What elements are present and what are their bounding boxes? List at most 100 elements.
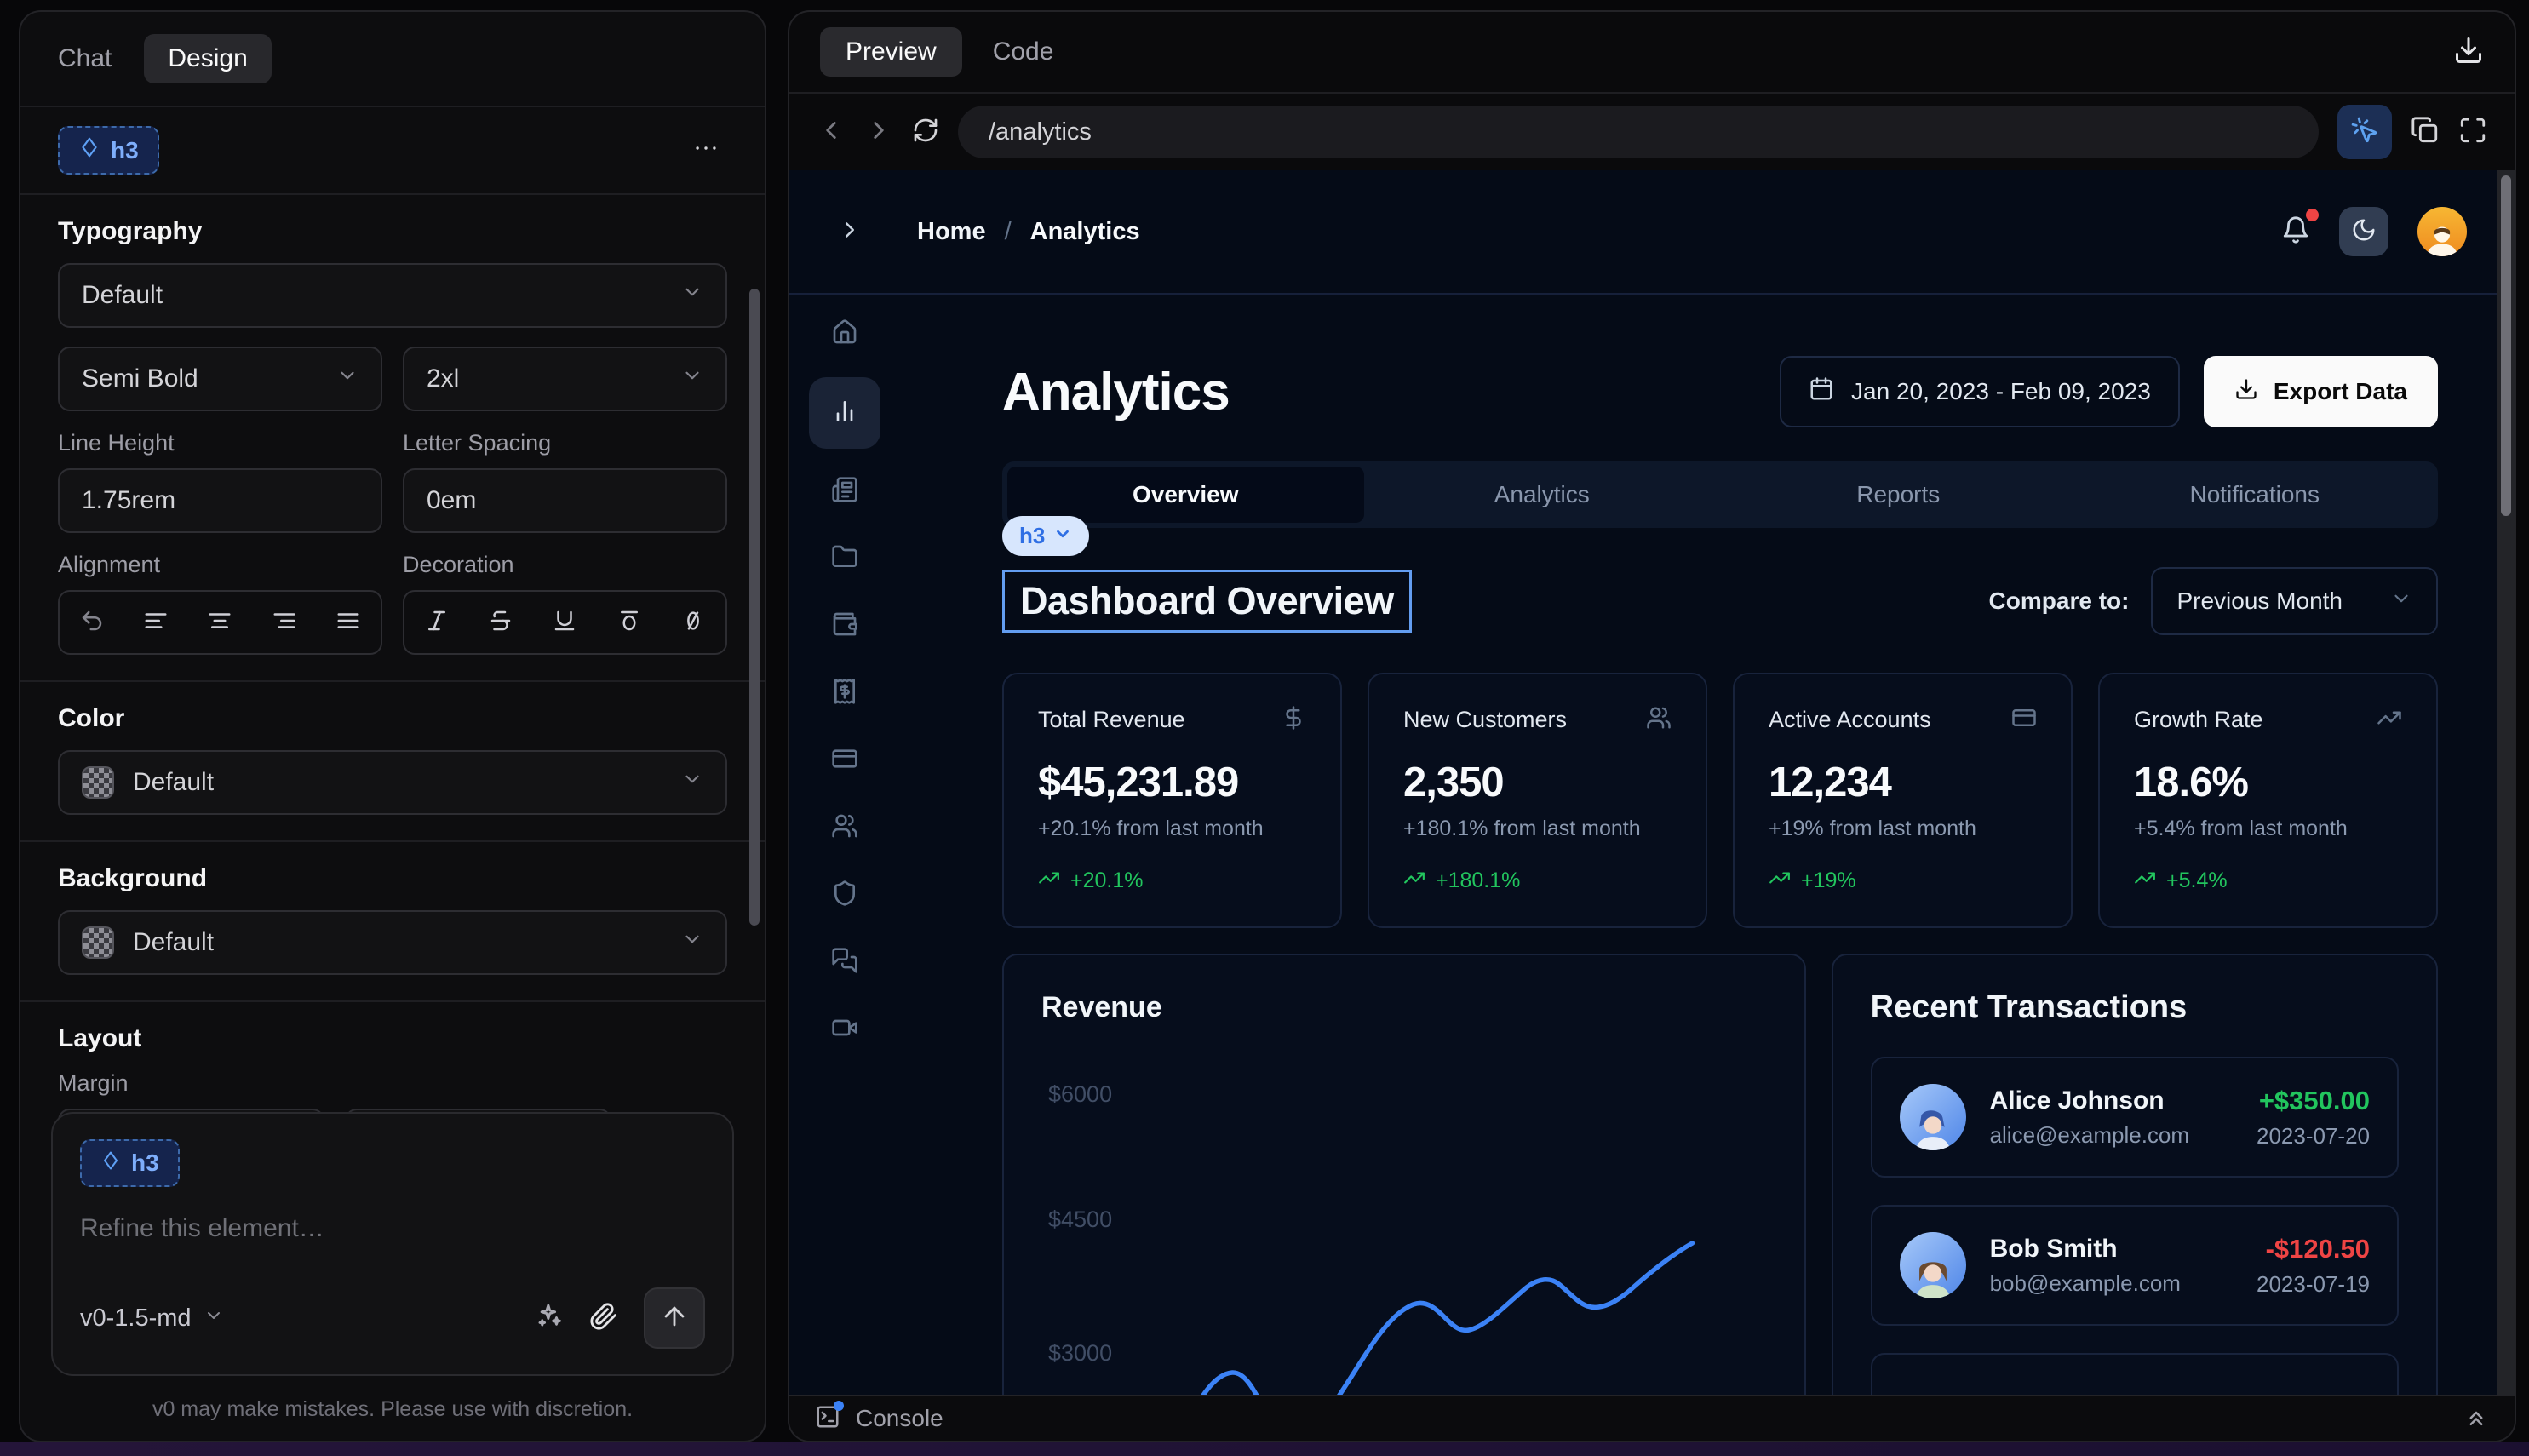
no-decoration-icon[interactable] [674,601,713,645]
tab-code[interactable]: Code [993,37,1054,66]
credit-card-icon[interactable] [831,745,858,777]
preview-scrollbar-thumb[interactable] [2501,175,2511,516]
tab-notifications[interactable]: Notifications [2077,467,2434,523]
export-data-button[interactable]: Export Data [2204,356,2438,427]
color-section: Color Default [20,682,765,842]
design-mode-button[interactable] [2337,105,2392,159]
date-range-picker[interactable]: Jan 20, 2023 - Feb 09, 2023 [1780,356,2180,427]
tab-design[interactable]: Design [144,34,271,83]
font-weight-select[interactable]: Semi Bold [58,347,382,411]
fullscreen-icon[interactable] [2458,116,2487,149]
shield-icon[interactable] [831,880,858,911]
export-data-label: Export Data [2274,378,2407,405]
dashboard-tabs: Overview Analytics Reports Notifications [1002,461,2438,528]
copy-icon[interactable] [2411,116,2440,149]
page-title: Analytics [1002,362,1230,422]
composer-element-chip[interactable]: h3 [80,1139,180,1187]
app-viewport: Home / Analytics [789,170,2515,1395]
chevron-down-icon [681,364,703,393]
home-icon[interactable] [831,318,858,350]
paperclip-icon[interactable] [589,1302,618,1335]
revenue-line-chart [1004,955,1804,1395]
receipt-icon[interactable] [831,678,858,709]
selected-element-row: h3 [20,107,765,195]
preview-scrollbar-track[interactable] [2497,170,2515,1395]
decoration-toolbar [403,590,727,655]
download-icon[interactable] [2453,35,2484,70]
stat-value: $45,231.89 [1038,759,1306,806]
background-swatch-icon [82,926,114,959]
folder-icon[interactable] [831,543,858,575]
sidebar-tab-bar: Chat Design [20,12,765,107]
sidebar-expand-icon[interactable] [837,217,863,247]
preview-header: Preview Code [789,12,2515,94]
stat-title: New Customers [1403,707,1567,733]
undo-icon[interactable] [72,601,112,645]
transactions-card: Recent Transactions Alice Johnson alice@… [1832,954,2438,1395]
console-bar[interactable]: Console [789,1395,2515,1441]
selected-heading-outline[interactable]: Dashboard Overview [1002,570,1412,633]
moon-icon [2351,217,2377,247]
transaction-date: 2023-07-19 [2257,1271,2370,1298]
underline-icon[interactable] [545,601,584,645]
user-avatar[interactable] [2417,207,2467,256]
align-left-icon[interactable] [136,601,175,645]
arrow-up-icon [660,1302,689,1335]
sidebar-scrollbar[interactable] [749,289,760,926]
users-icon[interactable] [831,812,858,844]
tab-overview[interactable]: Overview [1007,467,1364,523]
transaction-row[interactable]: Alice Johnson alice@example.com +$350.00… [1871,1057,2399,1178]
date-range-value: Jan 20, 2023 - Feb 09, 2023 [1851,378,2151,405]
stat-value: 12,234 [1769,759,2037,806]
compare-value: Previous Month [2176,588,2343,615]
stat-value: 2,350 [1403,759,1672,806]
align-right-icon[interactable] [265,601,304,645]
compare-select[interactable]: Previous Month [2151,567,2438,635]
overline-icon[interactable] [610,601,649,645]
align-justify-icon[interactable] [329,601,368,645]
letter-spacing-input[interactable]: 0em [403,468,727,533]
italic-icon[interactable] [417,601,456,645]
disclaimer-text: v0 may make mistakes. Please use with di… [20,1397,765,1422]
element-tag-chip[interactable]: h3 [1002,516,1089,556]
tab-reports[interactable]: Reports [1720,467,2077,523]
trending-up-icon [1769,867,1791,895]
chevron-down-icon [204,1304,224,1333]
bell-icon[interactable] [2281,215,2310,249]
composer-input[interactable]: Refine this element… [80,1214,705,1243]
back-icon[interactable] [817,116,846,149]
tab-preview[interactable]: Preview [820,27,962,77]
refresh-icon[interactable] [912,117,939,148]
chevrons-up-icon[interactable] [2463,1404,2489,1434]
selected-element-label: h3 [111,137,139,164]
breadcrumb-home[interactable]: Home [917,218,986,246]
font-size-select[interactable]: 2xl [403,347,727,411]
transaction-row[interactable]: Bob Smith bob@example.com -$120.50 2023-… [1871,1205,2399,1326]
color-select[interactable]: Default [58,750,727,815]
theme-toggle-button[interactable] [2339,207,2388,256]
tab-analytics[interactable]: Analytics [1364,467,1721,523]
forward-icon[interactable] [864,116,893,149]
more-options-icon[interactable] [685,127,727,174]
messages-icon[interactable] [831,947,858,978]
app-main: Analytics Jan 20, 2023 - Feb 09, 2023 Ex… [900,295,2515,1395]
app-mini-sidebar [789,295,900,1395]
url-input[interactable]: /analytics [958,106,2319,158]
model-selector[interactable]: v0-1.5-md [80,1304,224,1333]
send-button[interactable] [644,1287,705,1349]
transaction-row-clipped [1871,1353,2399,1395]
background-select[interactable]: Default [58,910,727,975]
wallet-icon[interactable] [831,610,858,642]
stat-card-total-revenue: Total Revenue $45,231.89 +20.1% from las… [1002,673,1342,928]
sparkles-icon[interactable] [535,1302,564,1335]
avatar [1900,1232,1966,1298]
font-style-select[interactable]: Default [58,263,727,328]
align-center-icon[interactable] [200,601,239,645]
video-icon[interactable] [831,1014,858,1046]
sidebar-item-analytics-active[interactable] [809,377,880,449]
selected-element-chip[interactable]: h3 [58,126,159,175]
line-height-input[interactable]: 1.75rem [58,468,382,533]
strikethrough-icon[interactable] [481,601,520,645]
tab-chat[interactable]: Chat [58,44,112,73]
newspaper-icon[interactable] [831,476,858,507]
